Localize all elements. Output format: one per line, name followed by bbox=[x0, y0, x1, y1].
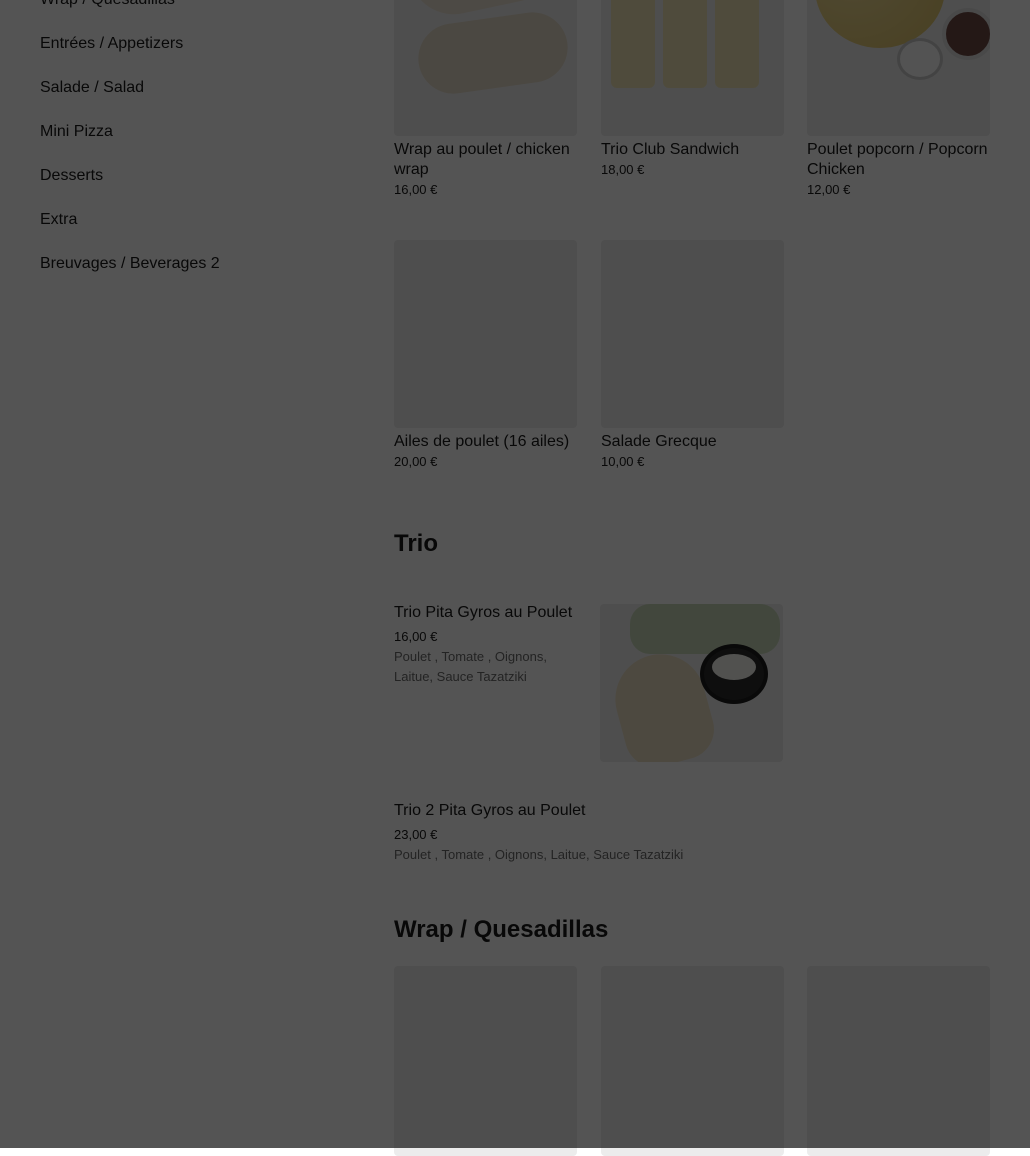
item-price: 23,00 € bbox=[394, 827, 438, 842]
sidebar-item-salad[interactable]: Salade / Salad bbox=[40, 73, 360, 117]
trio-item-image[interactable] bbox=[600, 604, 783, 762]
sidebar-item-beverages[interactable]: Breuvages / Beverages 2 bbox=[40, 249, 360, 293]
item-name: Salade Grecque bbox=[601, 433, 717, 450]
item-price: 16,00 € bbox=[394, 182, 438, 197]
item-price: 20,00 € bbox=[394, 454, 438, 469]
image-placeholder bbox=[601, 966, 784, 1156]
sidebar-item-desserts[interactable]: Desserts bbox=[40, 161, 360, 205]
trio-item[interactable]: Trio Pita Gyros au Poulet 16,00 € Poulet… bbox=[394, 603, 584, 687]
image-placeholder bbox=[807, 966, 990, 1156]
item-name: Trio 2 Pita Gyros au Poulet bbox=[394, 802, 586, 819]
item-name: Wrap au poulet / chicken wrap bbox=[394, 141, 570, 178]
item-price: 16,00 € bbox=[394, 629, 438, 644]
food-image bbox=[600, 604, 783, 762]
category-sidebar: Wrap / Quesadillas Entrées / Appetizers … bbox=[40, 0, 360, 293]
item-name: Ailes de poulet (16 ailes) bbox=[394, 433, 570, 450]
item-price: 18,00 € bbox=[601, 162, 645, 177]
sidebar-item-wrap-quesadillas[interactable]: Wrap / Quesadillas bbox=[40, 0, 360, 29]
menu-item-card[interactable] bbox=[394, 966, 577, 1156]
food-image bbox=[807, 0, 990, 136]
menu-item-card[interactable]: Wrap au poulet / chicken wrap 16,00 € bbox=[394, 0, 577, 200]
item-price: 12,00 € bbox=[807, 182, 851, 197]
section-title-wrap-quesadillas: Wrap / Quesadillas bbox=[394, 916, 609, 943]
sidebar-item-extra[interactable]: Extra bbox=[40, 205, 360, 249]
image-placeholder bbox=[394, 966, 577, 1156]
item-description: Poulet , Tomate , Oignons, Laitue, Sauce… bbox=[394, 847, 684, 862]
food-image bbox=[601, 0, 784, 136]
item-name: Trio Pita Gyros au Poulet bbox=[394, 604, 573, 621]
menu-item-card[interactable]: Trio Club Sandwich 18,00 € bbox=[601, 0, 784, 180]
menu-item-card[interactable] bbox=[601, 966, 784, 1156]
item-name: Poulet popcorn / Popcorn Chicken bbox=[807, 141, 988, 178]
food-image bbox=[394, 0, 577, 136]
section-title-trio: Trio bbox=[394, 530, 439, 557]
menu-item-card[interactable]: Ailes de poulet (16 ailes) 20,00 € bbox=[394, 240, 577, 472]
image-placeholder bbox=[394, 240, 577, 428]
item-price: 10,00 € bbox=[601, 454, 645, 469]
menu-item-card[interactable] bbox=[807, 966, 990, 1156]
image-placeholder bbox=[601, 240, 784, 428]
trio-item[interactable]: Trio 2 Pita Gyros au Poulet 23,00 € Poul… bbox=[394, 801, 794, 865]
sidebar-item-mini-pizza[interactable]: Mini Pizza bbox=[40, 117, 360, 161]
menu-item-card[interactable]: Salade Grecque 10,00 € bbox=[601, 240, 784, 472]
sidebar-item-appetizers[interactable]: Entrées / Appetizers bbox=[40, 29, 360, 73]
item-name: Trio Club Sandwich bbox=[601, 141, 740, 158]
menu-item-card[interactable]: Poulet popcorn / Popcorn Chicken 12,00 € bbox=[807, 0, 990, 200]
item-description: Poulet , Tomate , Oignons, Laitue, Sauce… bbox=[394, 649, 547, 684]
